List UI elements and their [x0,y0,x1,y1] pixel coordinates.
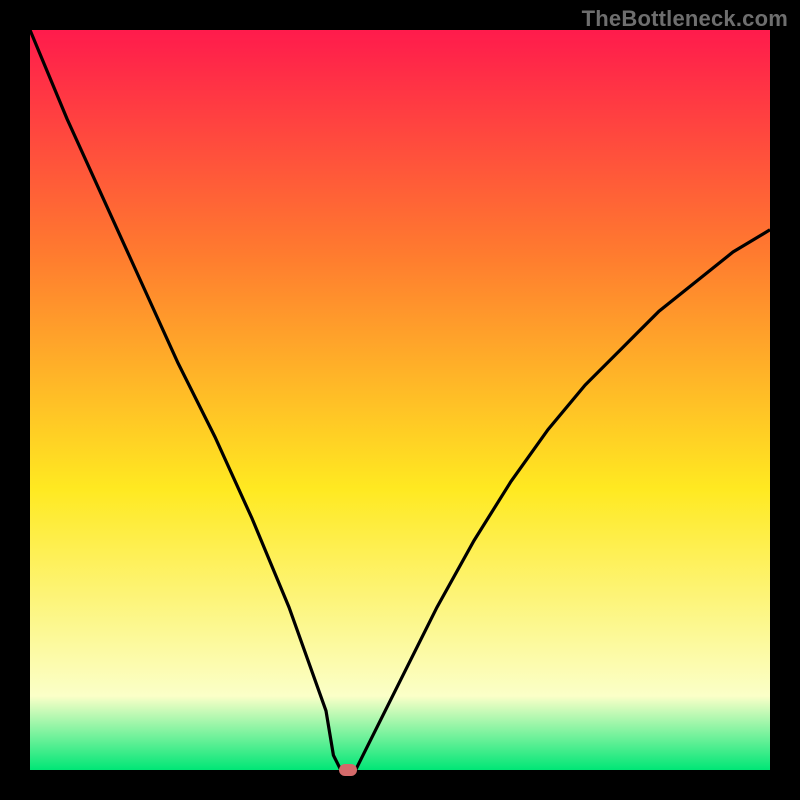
watermark-text: TheBottleneck.com [582,6,788,32]
minimum-marker [339,764,357,776]
chart-stage: TheBottleneck.com [0,0,800,800]
bottleneck-curve [30,30,770,770]
plot-area [30,30,770,770]
